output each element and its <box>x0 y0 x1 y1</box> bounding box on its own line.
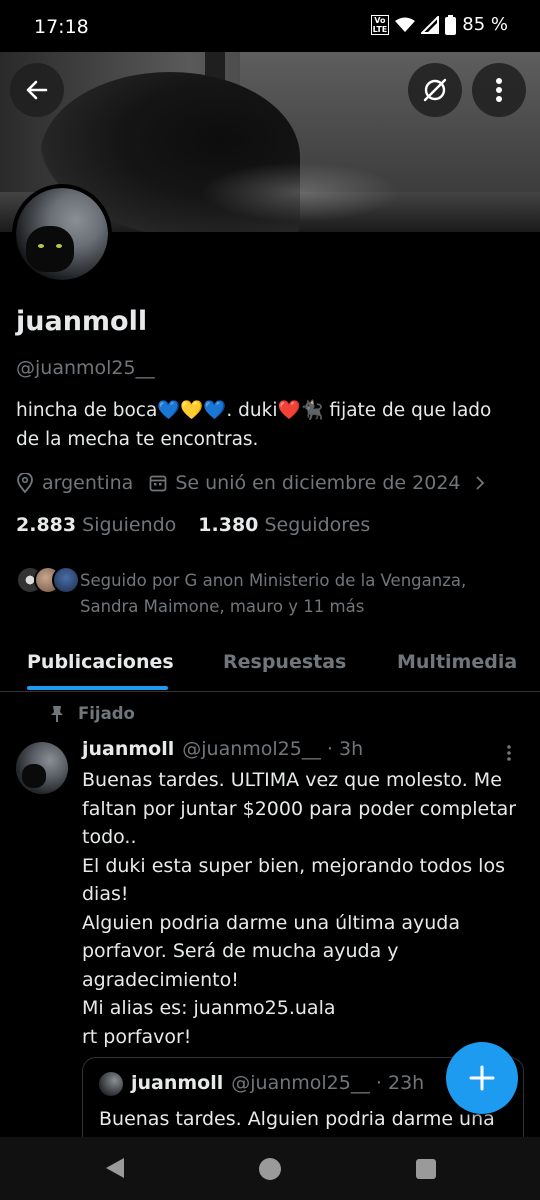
profile-meta: argentina Se unió en diciembre de 2024 <box>16 472 501 494</box>
tab-multimedia[interactable]: Multimedia <box>397 651 517 673</box>
back-button[interactable] <box>10 63 64 117</box>
nav-back-icon[interactable] <box>104 1157 126 1179</box>
active-tab-indicator <box>27 686 168 690</box>
profile-avatar[interactable] <box>12 184 112 284</box>
profile-tabs: Publicaciones Respuestas Multimedia <box>0 640 540 692</box>
status-icons: Vo LTE 85 % <box>370 14 508 35</box>
followers-link[interactable]: 1.380 Seguidores <box>198 514 370 536</box>
hide-button[interactable] <box>408 63 462 117</box>
battery-icon <box>445 14 457 35</box>
bio-line: de la mecha te encontras. <box>16 429 259 450</box>
status-bar: 17:18 Vo LTE 85 % <box>0 0 540 52</box>
chevron-right-icon <box>475 476 484 490</box>
tweet-more-button[interactable] <box>506 744 512 766</box>
nav-home-icon[interactable] <box>259 1158 281 1180</box>
tweet-text: Buenas tardes. ULTIMA vez que molesto. M… <box>82 769 517 1048</box>
joined-date[interactable]: Se unió en diciembre de 2024 <box>149 472 484 494</box>
arrow-left-icon <box>26 80 48 100</box>
compose-button[interactable] <box>446 1042 518 1114</box>
avatar <box>52 566 80 594</box>
profile-bio: hincha de boca💙💛💙. duki❤️🐈‍⬛ fijate de q… <box>16 396 526 454</box>
pinned-label: Fijado <box>50 704 135 723</box>
pin-icon <box>51 705 63 722</box>
location: argentina <box>16 472 133 494</box>
plus-icon <box>469 1065 495 1091</box>
quote-author-name: juanmoll <box>131 1072 224 1094</box>
profile-name: juanmoll <box>16 306 148 337</box>
tweet-header: juanmoll @juanmol25__ · 3h <box>82 738 363 760</box>
battery-percent: 85 % <box>462 14 508 35</box>
following-link[interactable]: 2.883 Siguiendo <box>16 514 176 536</box>
eye-slash-icon <box>423 78 447 102</box>
following-label: Siguiendo <box>82 514 177 536</box>
location-text: argentina <box>42 472 134 494</box>
tweet-author-name[interactable]: juanmoll <box>82 738 174 760</box>
calendar-icon <box>149 475 167 492</box>
followed-by-avatars[interactable] <box>16 566 80 594</box>
status-time: 17:18 <box>34 16 89 38</box>
following-count: 2.883 <box>16 514 77 536</box>
wifi-icon <box>395 17 416 32</box>
more-vertical-icon <box>496 78 502 102</box>
signal-icon <box>421 15 440 34</box>
follow-stats: 2.883 Siguiendo 1.380 Seguidores <box>16 514 370 536</box>
tab-publicaciones[interactable]: Publicaciones <box>27 651 174 673</box>
followers-count: 1.380 <box>198 514 259 536</box>
more-vertical-icon <box>507 745 511 761</box>
tweet-handle-time: @juanmol25__ · 3h <box>182 738 364 760</box>
more-options-button[interactable] <box>472 63 526 117</box>
tweet-avatar[interactable] <box>16 742 68 794</box>
location-pin-icon <box>17 473 33 493</box>
profile-handle: @juanmol25__ <box>16 357 155 379</box>
quote-handle-time: @juanmol25__ · 23h <box>231 1072 425 1094</box>
followers-label: Seguidores <box>264 514 371 536</box>
nav-recents-icon[interactable] <box>416 1159 436 1179</box>
volte-icon: Vo LTE <box>370 14 390 35</box>
followed-by-text[interactable]: Seguido por G anon Ministerio de la Veng… <box>80 568 520 620</box>
joined-text: Se unió en diciembre de 2024 <box>175 472 461 494</box>
avatar <box>99 1072 123 1096</box>
bio-line: hincha de boca💙💛💙. duki❤️🐈‍⬛ fijate de q… <box>16 400 492 421</box>
quote-text: Buenas tardes. Alguien podria darme una <box>99 1108 495 1130</box>
quote-header: juanmoll @juanmol25__ · 23h <box>131 1072 424 1094</box>
tab-respuestas[interactable]: Respuestas <box>223 651 346 673</box>
system-nav-bar <box>0 1137 540 1200</box>
